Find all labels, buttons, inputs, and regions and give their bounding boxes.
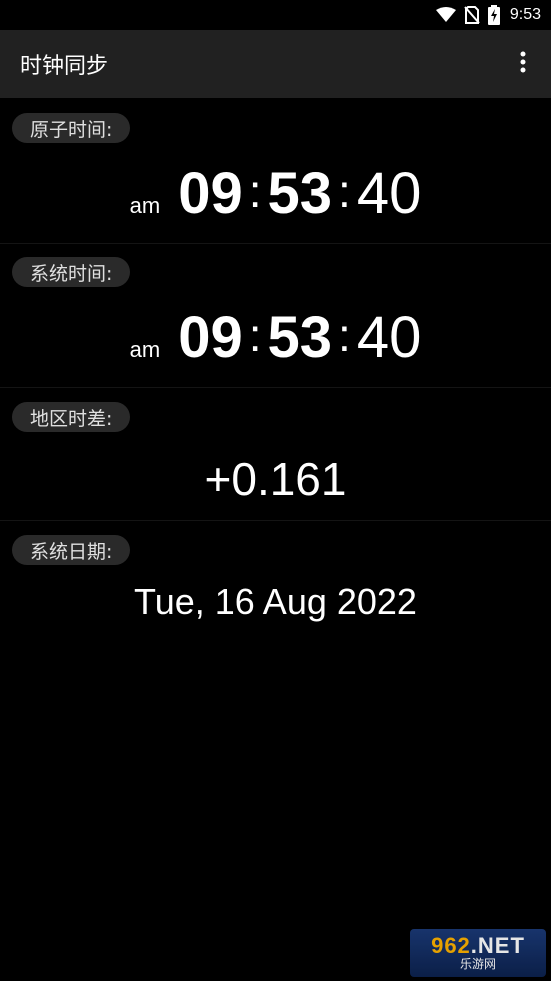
- atomic-minutes: 53: [267, 161, 333, 226]
- system-hours: 09: [178, 305, 243, 370]
- system-ampm: am: [129, 337, 161, 362]
- system-time-section: 系统时间: am 09 : 53 : 40: [0, 244, 551, 388]
- atomic-time-label: 原子时间:: [12, 113, 131, 143]
- atomic-separator: :: [248, 165, 262, 217]
- system-date-label: 系统日期:: [12, 535, 131, 565]
- atomic-separator: :: [338, 165, 351, 217]
- system-time-label: 系统时间:: [12, 257, 131, 287]
- atomic-time-section: 原子时间: am 09 : 53 : 40: [0, 98, 551, 244]
- wifi-icon: [435, 7, 456, 23]
- atomic-ampm: am: [129, 193, 161, 218]
- watermark-subtitle: 乐游网: [459, 957, 496, 971]
- status-time: 9:53: [509, 6, 541, 23]
- no-sim-icon: [464, 6, 480, 24]
- atomic-time-clock: am 09 : 53 : 40: [0, 160, 551, 227]
- offset-value: +0.161: [204, 453, 347, 505]
- site-watermark-logo: 962.NET 乐游网: [410, 929, 546, 977]
- offset-label: 地区时差:: [12, 402, 131, 432]
- overflow-menu-icon: [520, 51, 526, 77]
- system-separator: :: [248, 309, 262, 361]
- system-time-clock: am 09 : 53 : 40: [0, 304, 551, 371]
- app-title: 时钟同步: [20, 54, 109, 79]
- overflow-menu-button[interactable]: [511, 44, 535, 84]
- system-date-section: 系统日期: Tue, 16 Aug 2022: [0, 521, 551, 641]
- app-bar: 时钟同步: [0, 30, 551, 98]
- system-date-value: Tue, 16 Aug 2022: [134, 581, 417, 622]
- system-minutes: 53: [267, 305, 333, 370]
- system-seconds: 40: [356, 305, 422, 370]
- atomic-hours: 09: [178, 161, 243, 226]
- watermark-suffix: .NET: [470, 933, 525, 958]
- system-separator: :: [338, 309, 351, 361]
- status-bar: 9:53: [0, 0, 551, 30]
- atomic-seconds: 40: [356, 161, 422, 226]
- battery-charging-icon: [487, 5, 500, 25]
- offset-section: 地区时差: +0.161: [0, 388, 551, 521]
- watermark-digits: 962: [431, 933, 471, 958]
